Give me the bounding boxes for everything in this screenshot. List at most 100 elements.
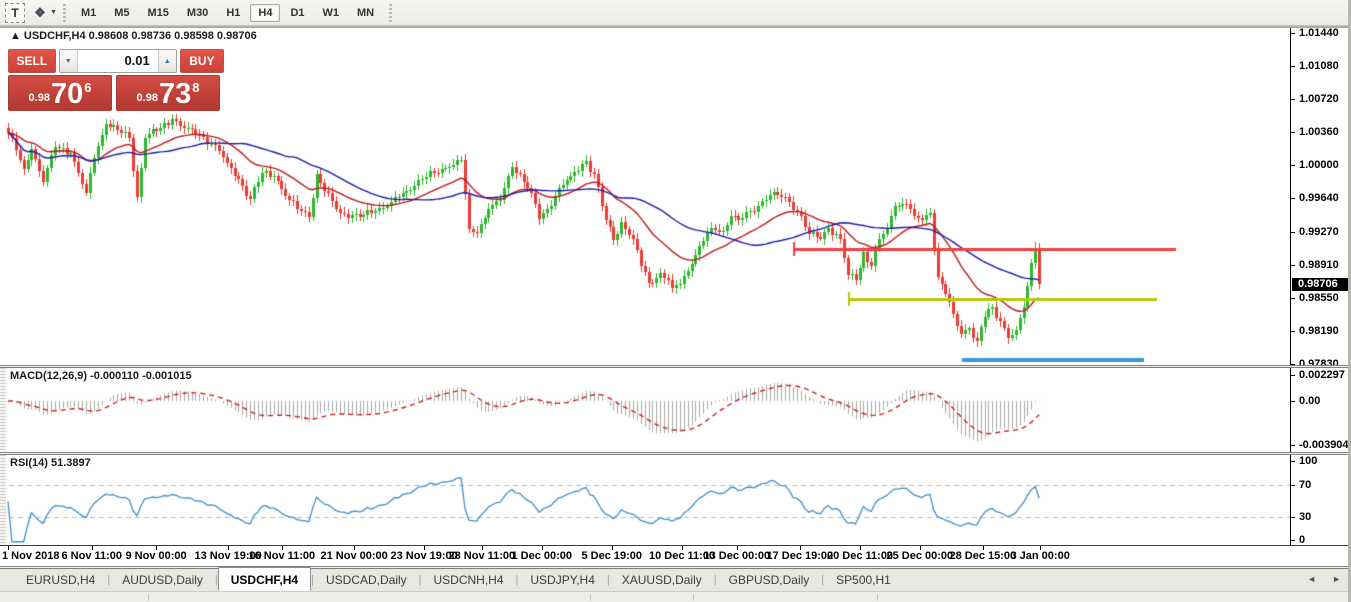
price-axis-label: 0.99640 xyxy=(1299,192,1339,204)
macd-axis-label: 0.002297 xyxy=(1299,369,1345,381)
top-toolbar: T ❖ ▼ M1M5M15M30H1H4D1W1MN xyxy=(0,0,1351,25)
price-axis-label: 0.98910 xyxy=(1299,259,1339,271)
text-tool-icon[interactable]: T xyxy=(5,3,25,23)
time-axis-label: 28 Dec 15:00 xyxy=(950,550,1017,562)
price-axis-label-tick xyxy=(1291,298,1295,299)
buy-button[interactable]: BUY xyxy=(180,49,224,73)
rsi-axis-label: 30 xyxy=(1299,511,1311,523)
macd-axis-label: -0.003904 xyxy=(1299,439,1349,451)
volume-input[interactable]: 0.01 xyxy=(78,50,158,72)
time-axis-label: 21 Nov 00:00 xyxy=(321,550,388,562)
sell-price-tile[interactable]: 0.98 70 6 xyxy=(8,75,112,111)
time-axis-label: 1 Nov 2018 xyxy=(2,550,59,562)
rsi-label: RSI(14) 51.3897 xyxy=(10,457,91,469)
price-axis-label-tick xyxy=(1291,198,1295,199)
chart-tab-bar: EURUSD,H4|AUDUSD,Daily|USDCHF,H4|USDCAD,… xyxy=(0,569,1351,591)
rsi-value: 51.3897 xyxy=(51,457,91,469)
buy-price-prefix: 0.98 xyxy=(137,92,158,104)
timeframe-button-d1[interactable]: D1 xyxy=(282,4,312,22)
cursor-mode-icon[interactable]: ❖ xyxy=(31,4,49,22)
volume-stepper: ▼ 0.01 ▲ xyxy=(59,49,177,73)
timeframe-button-h4[interactable]: H4 xyxy=(250,4,280,22)
macd-scale[interactable]: 0.0022970.00-0.003904 xyxy=(1290,368,1351,452)
rsi-axis-label: 70 xyxy=(1299,479,1311,491)
chart-symbol-period: USDCHF,H4 xyxy=(24,30,86,42)
price-axis-label: 1.01440 xyxy=(1299,27,1339,39)
rsi-axis-label-tick xyxy=(1291,485,1295,486)
macd-label: MACD(12,26,9) -0.000110 -0.001015 xyxy=(10,370,192,382)
trade-panel-toggle-icon[interactable]: ▲ xyxy=(10,30,21,42)
time-axis-label: 6 Nov 11:00 xyxy=(62,550,123,562)
one-click-trade-panel: SELL ▼ 0.01 ▲ BUY 0.98 70 6 0.98 73 8 xyxy=(8,49,224,113)
price-axis-label: 1.01080 xyxy=(1299,60,1339,72)
sell-price-big: 70 xyxy=(51,81,83,107)
time-axis-label: 28 Nov 11:00 xyxy=(449,550,516,562)
sell-button[interactable]: SELL xyxy=(8,49,56,73)
macd-axis-label-tick xyxy=(1291,401,1295,402)
buy-price-pip: 8 xyxy=(192,80,199,95)
toolbar-grip xyxy=(389,4,392,22)
chart-tab-audusd-daily[interactable]: AUDUSD,Daily xyxy=(110,570,215,590)
sell-price-prefix: 0.98 xyxy=(29,92,50,104)
tabs-scroll-right-icon[interactable]: ► xyxy=(1332,574,1341,584)
ohlc-open: 0.98608 xyxy=(89,30,129,42)
time-axis-label: 17 Dec 19:00 xyxy=(767,550,834,562)
chart-tab-usdjpy-h4[interactable]: USDJPY,H4 xyxy=(518,570,606,590)
macd-name: MACD(12,26,9) xyxy=(10,370,87,382)
price-axis-label: 0.98190 xyxy=(1299,325,1339,337)
panel-resize-grip[interactable] xyxy=(0,368,6,452)
timeframe-button-group: M1M5M15M30H1H4D1W1MN xyxy=(72,4,383,22)
ohlc-low: 0.98598 xyxy=(174,30,214,42)
rsi-name: RSI(14) xyxy=(10,457,48,469)
price-axis-label-tick xyxy=(1291,66,1295,67)
current-price-box: 0.98706 xyxy=(1292,278,1351,291)
timeframe-button-w1[interactable]: W1 xyxy=(315,4,348,22)
chart-tab-sp500-h1[interactable]: SP500,H1 xyxy=(824,570,903,590)
macd-axis-label-tick xyxy=(1291,375,1295,376)
status-bar-separator xyxy=(693,594,694,601)
chart-tabs: EURUSD,H4|AUDUSD,Daily|USDCHF,H4|USDCAD,… xyxy=(14,570,903,591)
chart-tab-gbpusd-daily[interactable]: GBPUSD,Daily xyxy=(717,570,822,590)
price-axis-label: 0.99270 xyxy=(1299,226,1339,238)
timeframe-button-mn[interactable]: MN xyxy=(349,4,382,22)
chart-title: ▲USDCHF,H40.986080.987360.985980.98706 xyxy=(10,30,260,42)
chart-tab-usdchf-h4[interactable]: USDCHF,H4 xyxy=(218,567,311,591)
timeframe-button-m5[interactable]: M5 xyxy=(106,4,137,22)
price-axis-label-tick xyxy=(1291,331,1295,332)
timeframe-button-m30[interactable]: M30 xyxy=(179,4,216,22)
time-axis-label: 3 Jan 00:00 xyxy=(1011,550,1070,562)
price-axis-label-tick xyxy=(1291,232,1295,233)
time-axis[interactable]: 1 Nov 20186 Nov 11:009 Nov 00:0013 Nov 1… xyxy=(0,545,1351,566)
price-axis-label: 1.00000 xyxy=(1299,159,1339,171)
time-axis-label: 1 Dec 00:00 xyxy=(512,550,573,562)
time-axis-label: 20 Dec 11:00 xyxy=(827,550,893,562)
buy-price-tile[interactable]: 0.98 73 8 xyxy=(116,75,220,111)
price-axis-label-tick xyxy=(1291,265,1295,266)
panel-resize-grip[interactable] xyxy=(0,455,6,545)
timeframe-button-h1[interactable]: H1 xyxy=(218,4,248,22)
chart-tab-usdcnh-h4[interactable]: USDCNH,H4 xyxy=(422,570,516,590)
macd-canvas[interactable] xyxy=(0,368,1290,452)
price-scale[interactable]: 1.014401.010801.007201.003601.000000.996… xyxy=(1290,28,1351,365)
price-axis-label-tick xyxy=(1291,165,1295,166)
tab-scroll-arrows: ◄ ► xyxy=(1307,574,1341,584)
tabs-scroll-left-icon[interactable]: ◄ xyxy=(1307,574,1316,584)
chart-tab-xauusd-daily[interactable]: XAUUSD,Daily xyxy=(610,570,714,590)
volume-decrease-icon[interactable]: ▼ xyxy=(60,50,78,72)
ohlc-high: 0.98736 xyxy=(131,30,171,42)
price-axis-label: 1.00360 xyxy=(1299,126,1339,138)
rsi-canvas[interactable] xyxy=(0,455,1290,545)
timeframe-button-m1[interactable]: M1 xyxy=(73,4,104,22)
chart-tab-eurusd-h4[interactable]: EURUSD,H4 xyxy=(14,570,107,590)
ohlc-close: 0.98706 xyxy=(217,30,257,42)
toolbar-grip xyxy=(63,4,66,22)
cursor-mode-dropdown-icon[interactable]: ▼ xyxy=(50,9,57,16)
price-axis-label-tick xyxy=(1291,132,1295,133)
chart-tab-usdcad-daily[interactable]: USDCAD,Daily xyxy=(314,570,419,590)
volume-increase-icon[interactable]: ▲ xyxy=(158,50,176,72)
macd-axis-label-tick xyxy=(1291,445,1295,446)
status-bar xyxy=(0,591,1351,602)
rsi-scale[interactable]: 10070300 xyxy=(1290,455,1351,545)
timeframe-button-m15[interactable]: M15 xyxy=(140,4,177,22)
time-axis-label: 13 Dec 00:00 xyxy=(704,550,771,562)
